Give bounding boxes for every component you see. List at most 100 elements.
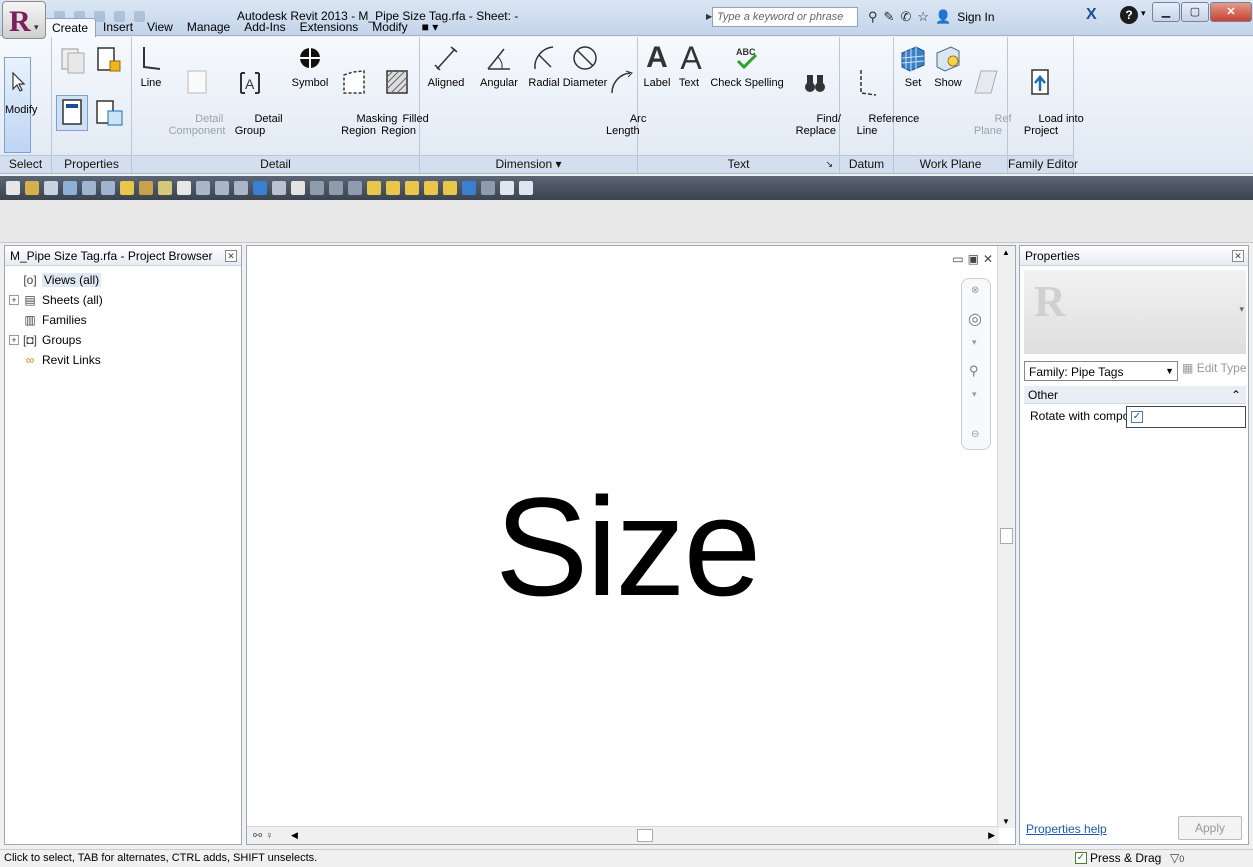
radial-dimension-tool[interactable]: Radial [526, 43, 562, 89]
type-properties-icon[interactable] [94, 97, 124, 132]
tag-icon[interactable] [158, 181, 172, 195]
filled-region-tool[interactable]: Filled Region [378, 43, 429, 149]
reference-line-tool[interactable]: Reference Line [844, 43, 919, 149]
tab-extensions[interactable]: Extensions [293, 18, 366, 37]
restore-view-icon[interactable]: ▣ [968, 252, 979, 266]
favorites-star-icon[interactable]: ☆ [917, 9, 929, 25]
family-types-icon[interactable] [94, 45, 124, 78]
steering-wheel-icon[interactable]: ◎ [968, 309, 982, 329]
tab-add-ins[interactable]: Add-Ins [237, 18, 292, 37]
text-settings-launcher[interactable]: ↘ [825, 156, 833, 173]
horizontal-scrollbar[interactable]: ⚯ ♀ ◀ ▶ [247, 826, 999, 844]
scroll-left-icon[interactable]: ◀ [291, 830, 298, 841]
close-view-icon[interactable]: ✕ [983, 252, 993, 266]
minimize-button[interactable]: ▁ [1152, 2, 1180, 22]
mirror-icon[interactable] [481, 181, 495, 195]
tab-create[interactable]: Create [44, 18, 97, 38]
modify-button[interactable]: Modify [4, 57, 37, 153]
scroll-up-icon[interactable]: ▲ [1002, 248, 1010, 257]
press-drag-toggle[interactable]: ✓ Press & Drag [1075, 851, 1161, 865]
close-icon[interactable]: ✕ [1232, 250, 1244, 262]
arc-length-dimension-tool[interactable]: Arc Length [606, 43, 646, 149]
vertical-scroll-thumb[interactable] [1000, 528, 1013, 544]
edit-type-button[interactable]: ▦ Edit Type [1182, 361, 1247, 375]
diameter-dimension-tool[interactable]: Diameter [562, 43, 608, 89]
minimize-view-icon[interactable]: ▭ [952, 252, 963, 266]
align-center-icon[interactable] [386, 181, 400, 195]
binoculars-icon[interactable]: ⚲ [868, 9, 878, 25]
measure-icon[interactable] [120, 181, 134, 195]
load-family-icon[interactable] [500, 181, 514, 195]
align-right-icon[interactable] [405, 181, 419, 195]
family-category-icon[interactable] [58, 45, 88, 78]
help-icon[interactable]: ? [1120, 6, 1138, 24]
apply-button[interactable]: Apply [1178, 816, 1242, 840]
aligned-dimension-tool[interactable]: Aligned [424, 43, 468, 89]
save-icon[interactable] [44, 181, 58, 195]
tree-item-groups[interactable]: + [◘] Groups [9, 330, 81, 350]
vertical-scrollbar[interactable]: ▲ ▼ [997, 246, 1015, 828]
find-replace-tool[interactable]: Find/ Replace [792, 43, 841, 149]
close-icon[interactable]: ✕ [225, 250, 237, 262]
help-dropdown-icon[interactable]: ▾ [1141, 8, 1146, 19]
tree-item-sheets[interactable]: + ▤ Sheets (all) [9, 290, 103, 310]
move-icon[interactable] [443, 181, 457, 195]
split-face-icon[interactable] [348, 181, 362, 195]
copy-icon[interactable] [462, 181, 476, 195]
tree-item-families[interactable]: ▥ Families [9, 310, 86, 330]
collapse-icon[interactable]: ⌃ [1231, 388, 1241, 402]
rotate-checkbox[interactable]: ✓ [1131, 411, 1143, 423]
zoom-dropdown-icon[interactable]: ▾ [972, 389, 977, 400]
paint-icon[interactable] [329, 181, 343, 195]
align-left-icon[interactable] [367, 181, 381, 195]
communication-icon[interactable]: ✆ [900, 9, 911, 25]
scroll-down-icon[interactable]: ▼ [1002, 817, 1010, 826]
application-menu-button[interactable]: R ▾ [2, 1, 46, 39]
tab-view[interactable]: View [140, 18, 180, 37]
panel-title-dimension[interactable]: Dimension ▾ [420, 155, 637, 173]
sign-in-link[interactable]: Sign In [957, 10, 994, 24]
masking-region-tool[interactable]: Masking Region [332, 43, 397, 149]
zoom-icon[interactable]: ⚲ [969, 363, 979, 379]
properties-palette-button[interactable] [56, 95, 88, 131]
navbar-menu-icon[interactable]: ⊖ [971, 429, 979, 440]
maximize-button[interactable]: ▢ [1181, 2, 1209, 22]
ref-plane-tool[interactable]: Ref Plane [970, 43, 1012, 149]
chevron-down-icon[interactable]: ▾ [972, 337, 977, 348]
properties-help-link[interactable]: Properties help [1026, 822, 1107, 836]
section-icon[interactable] [215, 181, 229, 195]
new-icon[interactable] [6, 181, 20, 195]
angular-dimension-tool[interactable]: Angular [476, 43, 522, 89]
tag-label-size[interactable]: Size [495, 466, 761, 628]
distribute-icon[interactable] [424, 181, 438, 195]
close-hidden-windows-icon[interactable] [253, 181, 267, 195]
view-control-icons[interactable]: ⚯ ♀ [253, 829, 274, 842]
filter-qat-icon[interactable] [310, 181, 324, 195]
line-tool[interactable]: Line [136, 43, 166, 89]
ribbon-options-dropdown[interactable]: ■ ▾ [415, 18, 446, 37]
property-group-other[interactable]: Other ⌃ [1024, 386, 1246, 404]
load-into-project-tool[interactable]: Load into Project [1014, 43, 1084, 149]
search-input[interactable]: Type a keyword or phrase [712, 7, 858, 27]
press-drag-checkbox[interactable]: ✓ [1075, 852, 1087, 864]
expand-icon[interactable]: + [9, 295, 19, 305]
navbar-close-icon[interactable]: ⊗ [971, 285, 979, 296]
label-tool[interactable]: A Label [642, 43, 672, 90]
user-icon[interactable]: 👤 [935, 9, 951, 25]
customize-qat-icon[interactable] [519, 181, 533, 195]
tree-item-revit-links[interactable]: ∞ Revit Links [9, 350, 101, 370]
drawing-canvas[interactable]: ▭ ▣ ✕ ⊗ ◎ ▾ ⚲ ▾ ⊖ Size ▲ ▼ ⚯ ♀ ◀ ▶ [246, 245, 1016, 845]
undo-icon[interactable] [82, 181, 96, 195]
tab-modify[interactable]: Modify [365, 18, 414, 37]
check-spelling-tool[interactable]: ABC Check Spelling [710, 43, 784, 89]
type-selector[interactable]: Family: Pipe Tags ▼ [1024, 361, 1178, 381]
exchange-apps-icon[interactable]: X [1086, 6, 1097, 24]
chevron-down-icon[interactable]: ▾ [1239, 304, 1244, 315]
detail-component-tool[interactable]: Detail Component [168, 43, 226, 149]
set-work-plane-tool[interactable]: Set [898, 43, 928, 89]
3d-view-icon[interactable] [196, 181, 210, 195]
tree-item-views[interactable]: [o] Views (all) [9, 270, 102, 290]
sync-icon[interactable] [63, 181, 77, 195]
print-icon[interactable] [291, 181, 305, 195]
thin-lines-icon[interactable] [234, 181, 248, 195]
